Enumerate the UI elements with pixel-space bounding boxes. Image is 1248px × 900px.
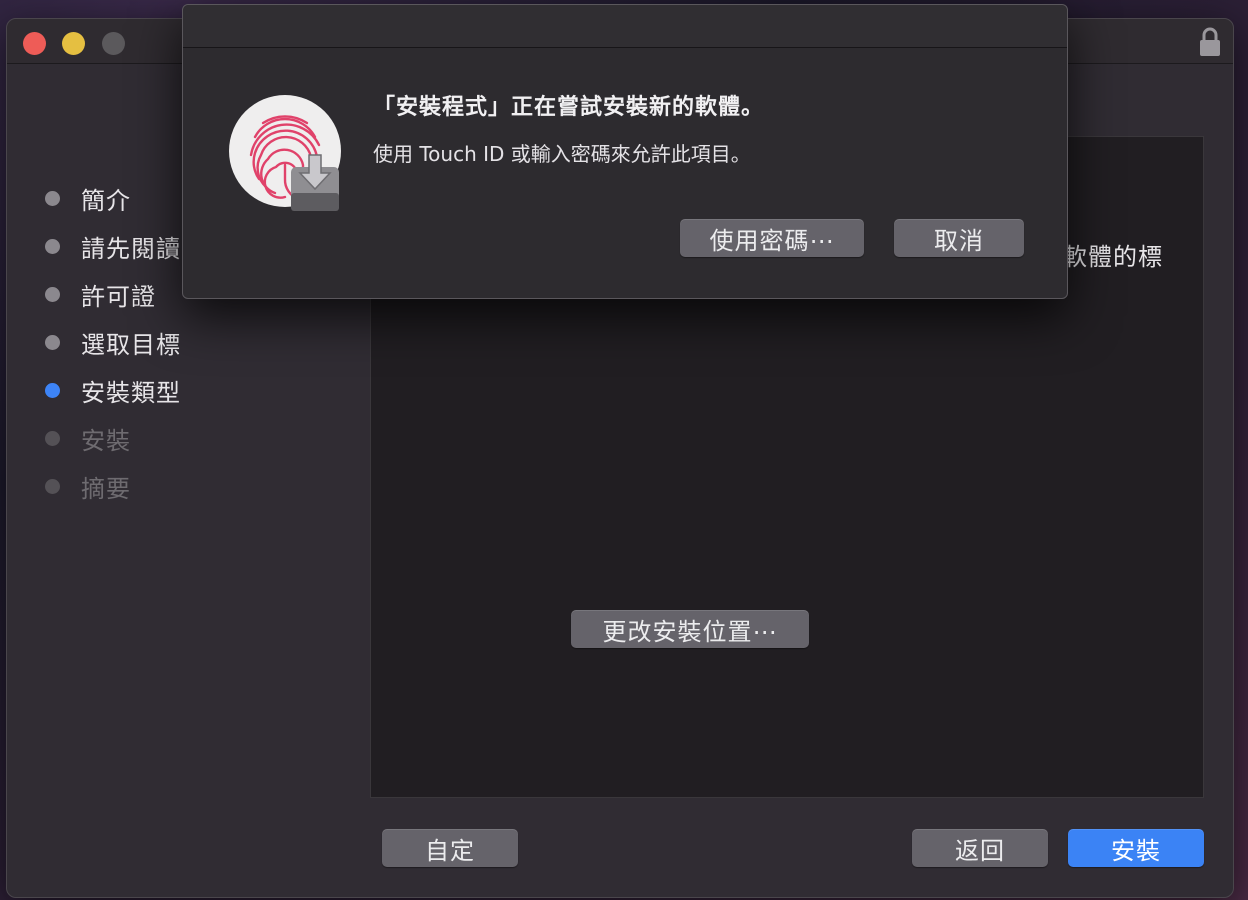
- change-install-location-button[interactable]: 更改安裝位置⋯: [571, 610, 809, 648]
- install-button[interactable]: 安裝: [1068, 829, 1204, 867]
- touch-id-icon: [229, 95, 341, 211]
- dialog-title: 「安裝程式」正在嘗試安裝新的軟體。: [373, 95, 765, 120]
- zoom-window-button[interactable]: [102, 32, 125, 55]
- dialog-title-bar: [183, 5, 1067, 48]
- lock-icon: [1200, 27, 1220, 56]
- step-label: 請先閱讀: [81, 234, 181, 263]
- step-introduction: 簡介: [45, 182, 131, 215]
- step-indicator: [45, 238, 60, 254]
- step-label: 安裝類型: [81, 378, 181, 407]
- step-destination: 選取目標: [45, 326, 181, 359]
- auth-dialog: 「安裝程式」正在嘗試安裝新的軟體。 使用 Touch ID 或輸入密碼來允許此項…: [182, 4, 1068, 299]
- step-label: 安裝: [81, 426, 131, 455]
- step-indicator: [45, 286, 60, 302]
- use-password-button[interactable]: 使用密碼⋯: [680, 219, 864, 257]
- step-read-me: 請先閱讀: [45, 230, 181, 263]
- step-license: 許可證: [45, 278, 156, 311]
- back-button[interactable]: 返回: [912, 829, 1048, 867]
- step-label: 選取目標: [81, 330, 181, 359]
- step-install: 安裝: [45, 422, 131, 455]
- content-text: 軟體的標: [1063, 243, 1163, 271]
- step-label: 許可證: [81, 282, 156, 311]
- step-label: 簡介: [81, 186, 131, 215]
- customize-button[interactable]: 自定: [382, 829, 518, 867]
- step-indicator: [45, 478, 60, 494]
- step-indicator-active: [45, 382, 60, 398]
- step-summary: 摘要: [45, 470, 131, 503]
- step-indicator: [45, 190, 60, 206]
- step-indicator: [45, 334, 60, 350]
- dialog-message: 使用 Touch ID 或輸入密碼來允許此項目。: [373, 142, 751, 166]
- step-installation-type: 安裝類型: [45, 374, 181, 407]
- minimize-window-button[interactable]: [62, 32, 85, 55]
- step-label: 摘要: [81, 474, 131, 503]
- step-indicator: [45, 430, 60, 446]
- cancel-button[interactable]: 取消: [894, 219, 1024, 257]
- close-window-button[interactable]: [23, 32, 46, 55]
